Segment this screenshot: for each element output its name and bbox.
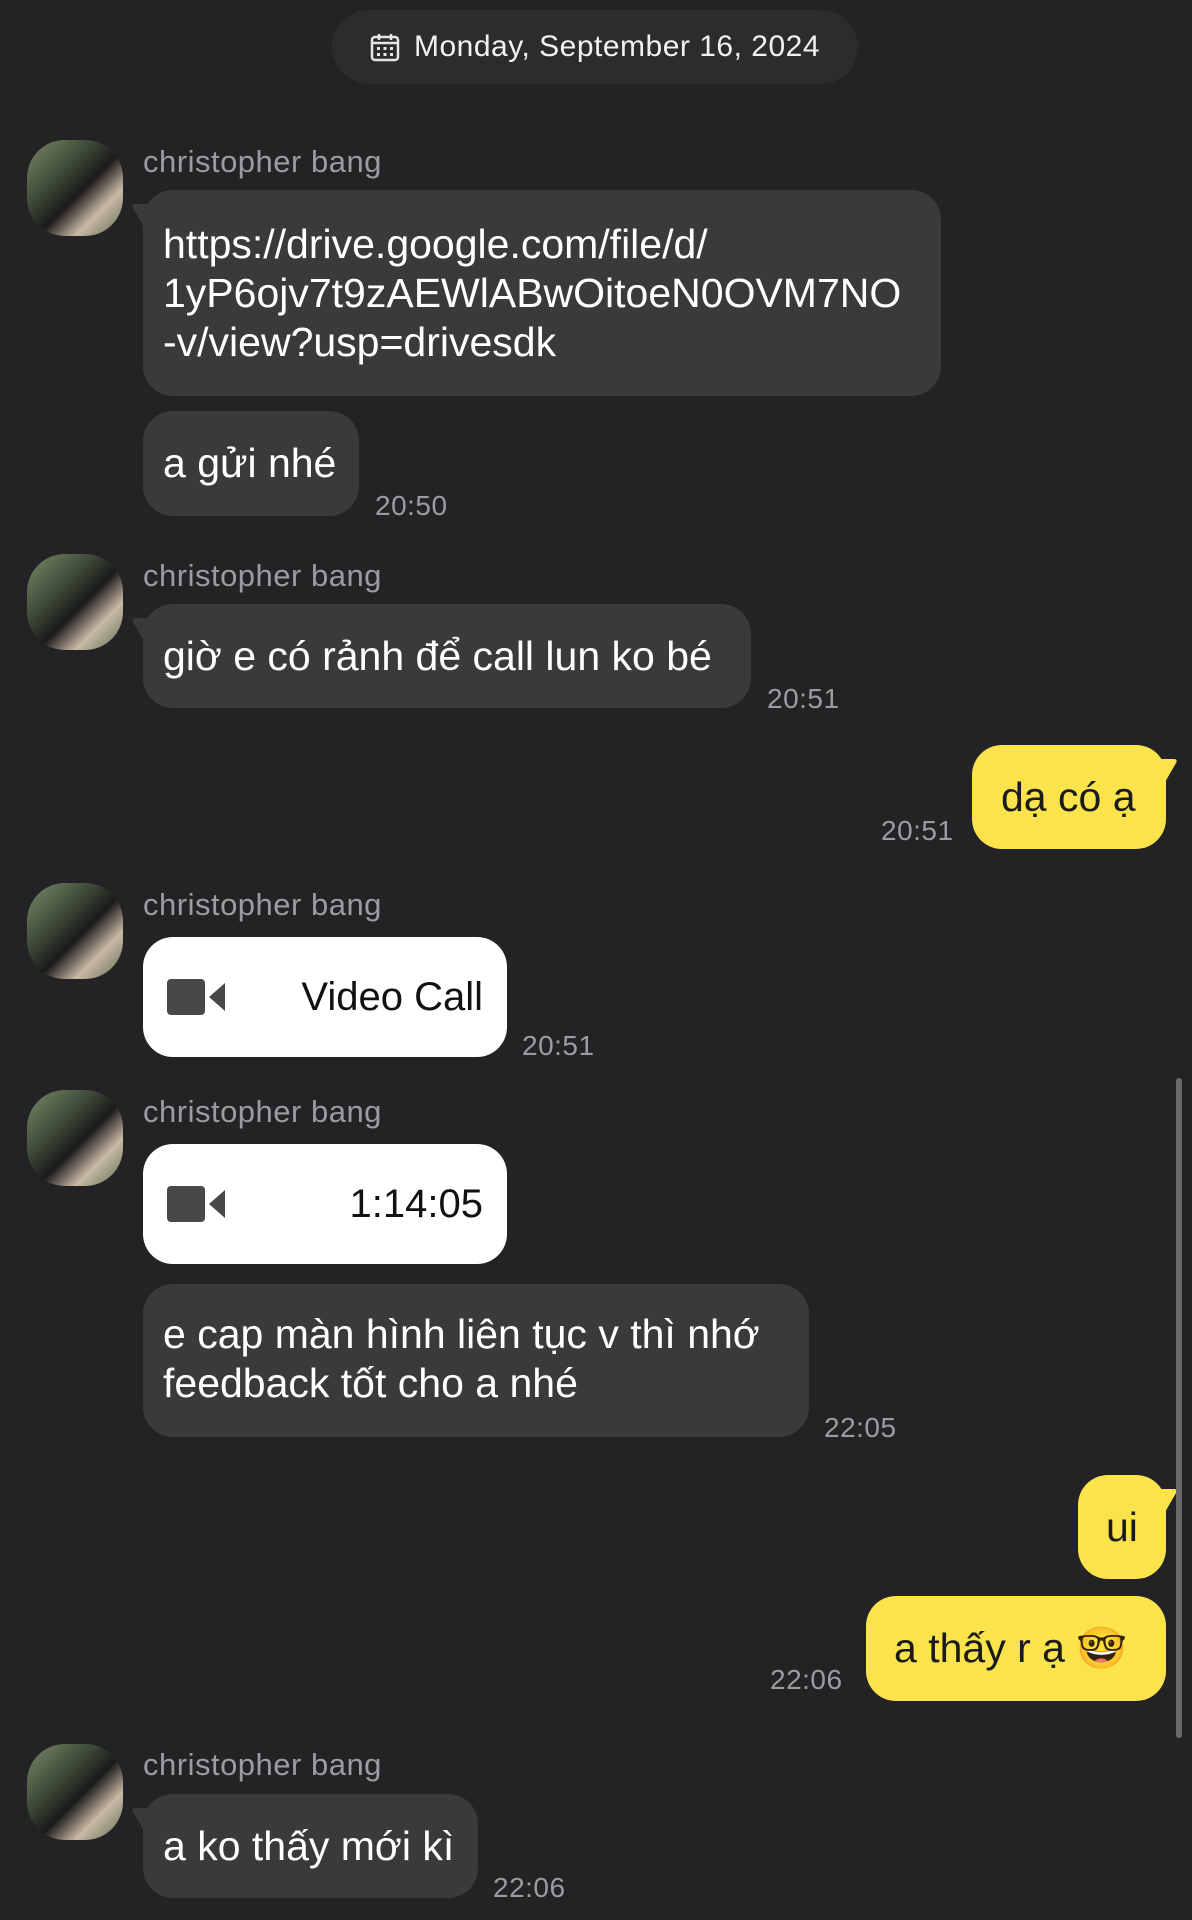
avatar[interactable]: [27, 883, 123, 979]
call-duration: 1:14:05: [349, 1181, 483, 1226]
avatar[interactable]: [27, 140, 123, 236]
avatar[interactable]: [27, 554, 123, 650]
my-message-bubble[interactable]: dạ có ạ: [972, 745, 1166, 849]
message-line: e cap màn hình liên tục v thì nhớ: [163, 1311, 760, 1357]
sender-name: christopher bang: [143, 144, 382, 179]
timestamp: 20:51: [767, 683, 840, 714]
message-bubble-link[interactable]: https://drive.google.com/file/d/ 1yP6ojv…: [143, 190, 941, 396]
message-text: dạ có ạ: [1001, 774, 1136, 820]
video-call-card[interactable]: Video Call: [143, 937, 507, 1057]
link-line[interactable]: -v/view?usp=drivesdk: [163, 318, 921, 367]
message-bubble[interactable]: a ko thấy mới kì: [143, 1794, 478, 1898]
calendar-icon: [370, 34, 400, 62]
timestamp: 20:50: [375, 490, 448, 521]
timestamp: 22:06: [493, 1872, 566, 1903]
sender-name: christopher bang: [143, 887, 382, 922]
my-message-bubble[interactable]: ui: [1078, 1475, 1166, 1579]
link-line[interactable]: https://drive.google.com/file/d/: [163, 220, 921, 269]
date-header: Monday, September 16, 2024: [332, 10, 858, 84]
call-label: Video Call: [301, 974, 483, 1019]
message-bubble[interactable]: e cap màn hình liên tục v thì nhớ feedba…: [143, 1284, 809, 1437]
date-text: Monday, September 16, 2024: [413, 30, 821, 63]
message-bubble[interactable]: giờ e có rảnh để call lun ko bé: [143, 604, 751, 708]
timestamp: 20:51: [522, 1030, 595, 1061]
message-text: giờ e có rảnh để call lun ko bé: [163, 633, 712, 679]
message-text: a thấy r ạ 🤓: [894, 1625, 1128, 1671]
sender-name: christopher bang: [143, 1094, 382, 1129]
avatar[interactable]: [27, 1090, 123, 1186]
my-message-bubble[interactable]: a thấy r ạ 🤓: [866, 1596, 1166, 1701]
sender-name: christopher bang: [143, 1747, 382, 1782]
sender-name: christopher bang: [143, 558, 382, 593]
video-camera-icon: [167, 979, 225, 1015]
message-bubble[interactable]: a gửi nhé: [143, 411, 359, 516]
timestamp: 22:06: [770, 1664, 843, 1695]
message-text: ui: [1106, 1504, 1138, 1550]
avatar[interactable]: [27, 1744, 123, 1840]
link-line[interactable]: 1yP6ojv7t9zAEWlABwOitoeN0OVM7NO: [163, 269, 921, 318]
scrollbar[interactable]: [1176, 1078, 1182, 1738]
timestamp: 20:51: [881, 815, 954, 846]
message-text: a gửi nhé: [163, 440, 337, 486]
timestamp: 22:05: [824, 1412, 897, 1443]
message-text: a ko thấy mới kì: [163, 1823, 455, 1869]
video-camera-icon: [167, 1186, 225, 1222]
message-line: feedback tốt cho a nhé: [163, 1360, 578, 1406]
call-duration-card[interactable]: 1:14:05: [143, 1144, 507, 1264]
